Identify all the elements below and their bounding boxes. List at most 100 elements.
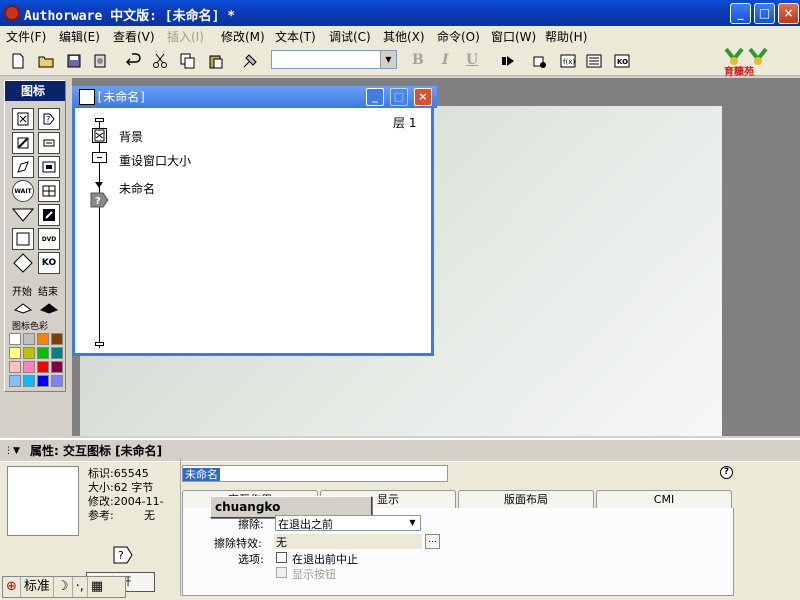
run-icon[interactable] (498, 51, 518, 71)
cut-icon[interactable] (150, 51, 170, 71)
menu-other[interactable]: 其他(X) (383, 28, 425, 45)
motion-icon[interactable]: ? (38, 108, 60, 130)
collapse-icon[interactable]: ⋮▼ (4, 446, 26, 456)
menu-modify[interactable]: 修改(M) (221, 28, 265, 45)
color-swatch[interactable] (51, 347, 63, 359)
chevron-down-icon[interactable]: ▼ (405, 516, 420, 530)
video-icon[interactable]: DVD (38, 228, 60, 250)
maximize-button[interactable]: □ (754, 3, 775, 24)
color-swatch[interactable] (37, 375, 49, 387)
end-flag-icon[interactable] (38, 297, 60, 319)
erase-effect-browse-button[interactable]: ... (425, 534, 440, 549)
menu-text[interactable]: 文本(T) (275, 28, 316, 45)
erase-effect-label: 擦除特效: (214, 537, 262, 550)
color-swatch[interactable] (37, 347, 49, 359)
ime-fullwidth-button[interactable]: ☽ (54, 577, 73, 597)
menu-window[interactable]: 窗口(W) (491, 28, 536, 45)
color-swatch[interactable] (51, 361, 63, 373)
open-file-icon[interactable] (36, 51, 56, 71)
ime-keyboard-button[interactable]: ▦ (88, 577, 106, 597)
app-icon[interactable] (4, 5, 20, 21)
level-indicator: 层 1 (393, 116, 417, 130)
menu-file[interactable]: 文件(F) (6, 28, 46, 45)
color-swatch[interactable] (9, 347, 21, 359)
svg-text:?: ? (95, 196, 101, 207)
knowledge-objects-icon[interactable]: KO (612, 51, 632, 71)
calculation-icon[interactable] (12, 228, 34, 250)
minimize-button[interactable]: _ (730, 3, 751, 24)
tab-cmi[interactable]: CMI (596, 490, 732, 508)
interaction-icon[interactable]: ? (89, 192, 109, 208)
bold-button[interactable]: B (412, 52, 424, 68)
autocomplete-text: chuangko (215, 500, 281, 514)
color-swatch[interactable] (23, 347, 35, 359)
show-button-checkbox[interactable] (276, 567, 287, 578)
font-select[interactable]: ▼ (271, 50, 397, 69)
color-swatch[interactable] (37, 361, 49, 373)
control-panel-icon[interactable] (530, 51, 550, 71)
paste-icon[interactable] (206, 51, 226, 71)
flowline-minimize-button[interactable]: _ (366, 88, 384, 106)
color-swatch[interactable] (23, 361, 35, 373)
icon-name-field[interactable]: 未命名 (182, 465, 448, 482)
map-icon[interactable] (38, 180, 60, 202)
knowledge-object-icon[interactable]: KO (38, 252, 60, 274)
menu-edit[interactable]: 编辑(E) (59, 28, 100, 45)
menu-insert[interactable]: 插入(I) (167, 28, 204, 45)
tab-layout[interactable]: 版面布局 (458, 490, 594, 508)
framework-icon[interactable] (38, 156, 60, 178)
palette-title[interactable]: 图标 (5, 81, 65, 101)
menu-debug[interactable]: 调试(C) (329, 28, 371, 45)
italic-button[interactable]: I (442, 52, 449, 68)
menu-help[interactable]: 帮助(H) (545, 28, 587, 45)
color-swatch[interactable] (23, 375, 35, 387)
pause-before-exit-checkbox[interactable] (276, 552, 287, 563)
start-flag-icon[interactable] (12, 297, 34, 319)
display-icon[interactable] (92, 128, 107, 143)
color-swatch[interactable] (51, 375, 63, 387)
menu-view[interactable]: 查看(V) (113, 28, 155, 45)
color-swatch[interactable] (23, 333, 35, 345)
calculation-icon[interactable] (92, 152, 107, 163)
ime-logo-icon[interactable]: ⊕ (3, 577, 21, 597)
flowline-maximize-button[interactable]: □ (390, 88, 408, 106)
copy-icon[interactable] (178, 51, 198, 71)
erase-icon[interactable] (12, 132, 34, 154)
underline-button[interactable]: U (466, 52, 478, 68)
flowline-close-button[interactable]: × (414, 88, 432, 106)
undo-icon[interactable] (124, 51, 144, 71)
color-swatch[interactable] (37, 333, 49, 345)
color-swatch[interactable] (9, 361, 21, 373)
flow-item-label[interactable]: 背景 (119, 128, 143, 145)
flow-item-label[interactable]: 重设窗口大小 (119, 152, 191, 169)
functions-icon[interactable]: f(x) (558, 51, 578, 71)
erase-select[interactable]: 在退出之前 ▼ (275, 515, 421, 531)
flow-item-label[interactable]: 未命名 (119, 180, 155, 197)
interaction-icon[interactable] (12, 252, 34, 274)
tab-content (182, 508, 734, 596)
find-icon[interactable] (240, 51, 260, 71)
ime-mode-button[interactable]: 标准 (21, 577, 54, 597)
display-icon[interactable] (12, 108, 34, 130)
close-button[interactable]: × (778, 3, 799, 24)
navigate-icon[interactable] (12, 156, 34, 178)
chevron-down-icon[interactable]: ▼ (380, 51, 396, 68)
wait-icon[interactable] (38, 132, 60, 154)
properties-header[interactable]: 属性: 交互图标 [未命名] (0, 440, 800, 462)
wait-button-icon[interactable]: WAIT (12, 180, 34, 202)
interaction-palette-icon[interactable] (38, 204, 60, 226)
save-all-icon[interactable] (64, 51, 84, 71)
ime-punctuation-button[interactable]: ·, (73, 577, 88, 597)
help-icon[interactable]: ? (720, 466, 733, 479)
variables-icon[interactable] (584, 51, 604, 71)
import-icon[interactable] (90, 51, 110, 71)
decision-icon[interactable] (12, 204, 34, 226)
pause-before-exit-label: 在退出前中止 (292, 553, 358, 566)
flowline-start-marker (95, 118, 104, 122)
svg-text:KO: KO (617, 58, 628, 66)
menu-command[interactable]: 命令(O) (437, 28, 480, 45)
new-file-icon[interactable] (8, 51, 28, 71)
color-swatch[interactable] (9, 375, 21, 387)
color-swatch[interactable] (51, 333, 63, 345)
color-swatch[interactable] (9, 333, 21, 345)
